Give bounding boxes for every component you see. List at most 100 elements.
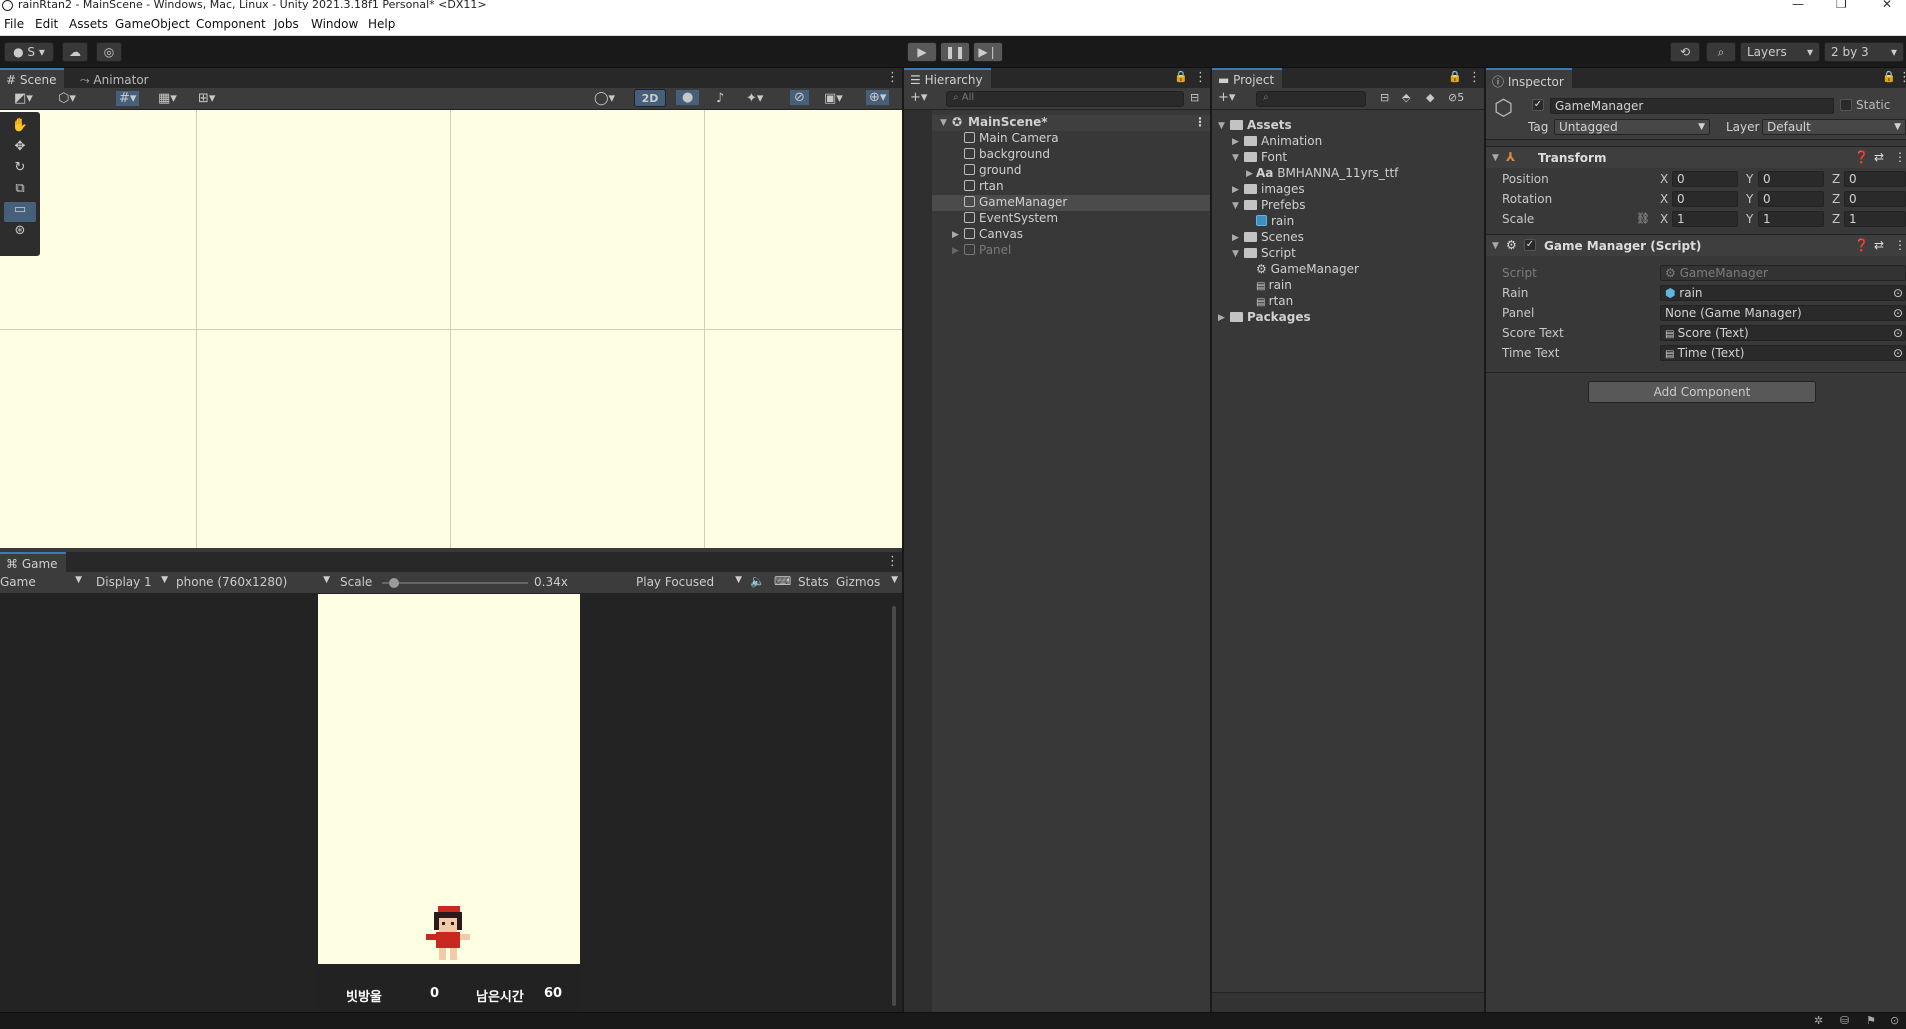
game-scrollbar[interactable] <box>892 606 896 1006</box>
menu-component[interactable]: Component <box>196 17 266 31</box>
expand-arrow-icon[interactable]: ▼ <box>940 118 947 128</box>
transform-tool-icon[interactable]: ⊛ <box>4 223 36 243</box>
project-item[interactable]: ▶ Animation <box>1212 134 1484 150</box>
expand-arrow-icon[interactable]: ▶ <box>1232 233 1239 243</box>
position-z-field[interactable]: 0 <box>1844 171 1906 187</box>
tab-project[interactable]: ▬ Project <box>1212 68 1283 88</box>
lock-icon[interactable]: 🔒 <box>1448 70 1462 83</box>
rotation-z-field[interactable]: 0 <box>1844 191 1906 207</box>
project-item[interactable]: ▶ Packages <box>1212 310 1484 326</box>
keyboard-icon[interactable]: ⌨ <box>774 574 791 588</box>
menu-gameobject[interactable]: GameObject <box>115 17 190 31</box>
foldout-arrow-icon[interactable]: ▼ <box>1492 153 1499 163</box>
expand-arrow-icon[interactable]: ▼ <box>1218 121 1225 131</box>
object-picker-icon[interactable]: ⊙ <box>1893 286 1903 300</box>
layer-dropdown[interactable]: Default ▼ <box>1762 119 1906 135</box>
audio-icon[interactable]: ♪ <box>716 91 724 106</box>
more-options-icon[interactable]: ⋮ <box>1894 238 1906 252</box>
debug-icon[interactable]: ✲ <box>1814 1014 1823 1027</box>
project-item[interactable]: ▼ Prefebs <box>1212 198 1484 214</box>
project-item[interactable]: ▶ Aa BMHANNA_11yrs_ttf <box>1212 166 1484 182</box>
minimize-icon[interactable]: — <box>1792 0 1804 11</box>
cache-server-icon[interactable]: ⊙ <box>1890 1014 1899 1027</box>
tab-hierarchy[interactable]: ☰ Hierarchy <box>904 68 991 88</box>
expand-arrow-icon[interactable]: ▶ <box>1218 313 1225 323</box>
more-options-icon[interactable]: ⋮ <box>1194 115 1206 129</box>
scene-root-row[interactable]: ▼ ✪ MainScene* ⋮ <box>932 115 1210 131</box>
constrain-proportions-icon[interactable]: ⛓ <box>1636 212 1650 225</box>
add-icon[interactable]: +▾ <box>1218 90 1235 105</box>
lock-icon[interactable]: 🔒 <box>1174 70 1188 83</box>
hierarchy-item-selected[interactable]: GameManager <box>932 195 1210 211</box>
project-item[interactable]: ⚙ GameManager <box>1212 262 1484 278</box>
position-x-field[interactable]: 0 <box>1672 171 1738 187</box>
score-text-field[interactable]: ▤ Score (Text) ⊙ <box>1660 325 1906 341</box>
active-checkbox[interactable]: ✓ <box>1532 99 1544 111</box>
cloud-icon[interactable]: ☁ <box>62 42 88 62</box>
effects-icon[interactable]: ✦▾ <box>746 91 763 106</box>
game-view-dropdown[interactable]: Game ▼ <box>0 575 84 589</box>
script-component-header[interactable]: ▼ ⚙ ✓ Game Manager (Script) ❓ ⇄ ⋮ <box>1486 234 1906 256</box>
history-icon[interactable]: ⟲ <box>1670 42 1700 62</box>
time-text-field[interactable]: ▤ Time (Text) ⊙ <box>1660 345 1906 361</box>
play-button[interactable]: ▶ <box>907 42 937 62</box>
expand-arrow-icon[interactable]: ▼ <box>1232 153 1239 163</box>
resolution-dropdown[interactable]: phone (760x1280) ▼ <box>176 575 330 589</box>
more-options-icon[interactable]: ⋮ <box>1468 70 1481 85</box>
more-options-icon[interactable]: ⋮ <box>1894 150 1906 164</box>
render-mode-icon[interactable]: ⬡▾ <box>58 91 76 106</box>
project-item[interactable]: ▤ rtan <box>1212 294 1484 310</box>
visibility-icon[interactable]: ⊘ <box>790 90 809 105</box>
expand-arrow-icon[interactable]: ▶ <box>952 230 959 240</box>
hierarchy-item[interactable]: ground <box>932 163 1210 179</box>
2d-toggle-button[interactable]: 2D <box>634 89 666 107</box>
hierarchy-item[interactable]: rtan <box>932 179 1210 195</box>
component-enabled-checkbox[interactable]: ✓ <box>1524 239 1536 251</box>
progress-icon[interactable]: ⛁ <box>1840 1014 1849 1027</box>
menu-file[interactable]: File <box>4 17 24 31</box>
search-scope-icon[interactable]: ⊟ <box>1380 91 1389 104</box>
position-y-field[interactable]: 0 <box>1758 171 1824 187</box>
expand-arrow-icon[interactable]: ▶ <box>952 246 959 256</box>
expand-arrow-icon[interactable]: ▶ <box>1232 185 1239 195</box>
project-search-input[interactable]: ⌕ <box>1256 91 1366 107</box>
more-options-icon[interactable]: ⋮ <box>886 70 899 85</box>
hierarchy-item[interactable]: ▶ Canvas <box>932 227 1210 243</box>
object-picker-icon[interactable]: ⊙ <box>1893 306 1903 320</box>
hierarchy-item[interactable]: ▶ Panel <box>932 243 1210 259</box>
scale-y-field[interactable]: 1 <box>1758 211 1824 227</box>
grid-icon[interactable]: ▦▾ <box>158 91 177 106</box>
mute-audio-icon[interactable]: 🔈 <box>750 574 765 588</box>
more-options-icon[interactable]: ⋮ <box>1194 70 1207 85</box>
display-dropdown[interactable]: Display 1 ▼ <box>96 575 168 589</box>
project-item[interactable]: ▶ images <box>1212 182 1484 198</box>
increment-snap-icon[interactable]: ⊞▾ <box>198 91 215 106</box>
move-tool-icon[interactable]: ✥ <box>4 139 36 159</box>
lock-icon[interactable]: 🔒 <box>1882 70 1896 83</box>
tab-scene[interactable]: # Scene <box>0 68 65 88</box>
preset-icon[interactable]: ⇄ <box>1874 238 1884 252</box>
tag-dropdown[interactable]: Untagged ▼ <box>1554 119 1710 135</box>
scale-slider-thumb[interactable] <box>388 578 399 588</box>
game-viewport[interactable]: 빗방울 0 남은시간 60 <box>0 594 902 1012</box>
hierarchy-search-input[interactable]: ⌕ All <box>946 91 1184 107</box>
hierarchy-item[interactable]: EventSystem <box>932 211 1210 227</box>
lighting-icon[interactable]: ● <box>676 90 700 105</box>
rain-field[interactable]: ⬢ rain ⊙ <box>1660 285 1906 301</box>
close-icon[interactable]: ✕ <box>1882 0 1892 11</box>
scene-viewport[interactable]: ✋ ✥ ↻ ⧉ ▭ ⊛ <box>0 110 902 548</box>
menu-edit[interactable]: Edit <box>35 17 58 31</box>
type-filter-icon[interactable]: ⬘ <box>1402 91 1410 104</box>
panel-field[interactable]: None (Game Manager) ⊙ <box>1660 305 1906 321</box>
menu-jobs[interactable]: Jobs <box>274 17 299 31</box>
project-item[interactable]: ▤ rain <box>1212 278 1484 294</box>
scale-z-field[interactable]: 1 <box>1844 211 1906 227</box>
more-options-icon[interactable]: ⋮ <box>886 554 899 569</box>
hierarchy-item[interactable]: background <box>932 147 1210 163</box>
shading-icon[interactable]: ◯▾ <box>594 91 615 106</box>
gizmos-dropdown[interactable]: Gizmos ▼ <box>836 575 898 589</box>
expand-arrow-icon[interactable]: ▶ <box>1246 169 1253 179</box>
project-item[interactable]: ▼ Assets <box>1212 118 1484 134</box>
static-checkbox[interactable] <box>1840 99 1852 111</box>
menu-help[interactable]: Help <box>368 17 395 31</box>
